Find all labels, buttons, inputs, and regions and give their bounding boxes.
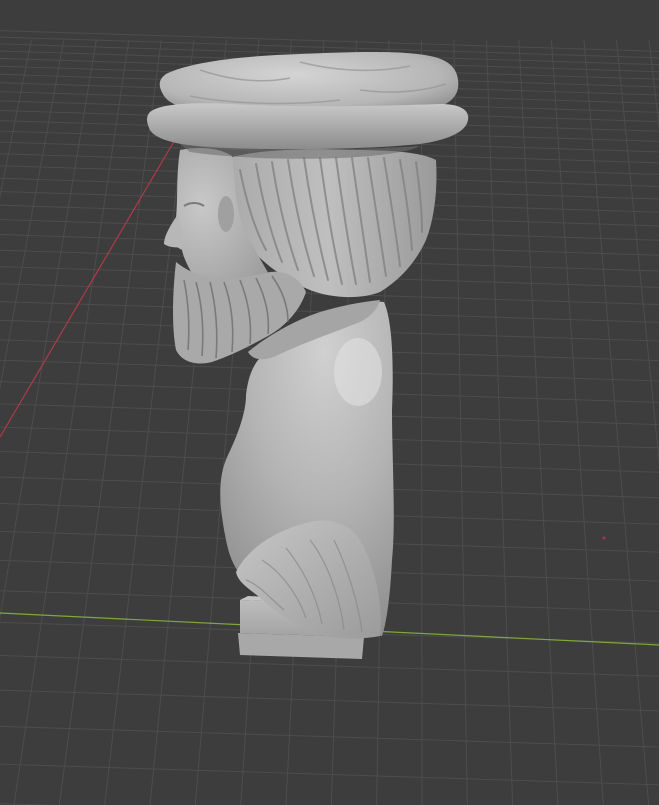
grid-line bbox=[420, 39, 423, 805]
viewport-canvas[interactable] bbox=[0, 0, 659, 805]
bust-hat-brim bbox=[147, 103, 469, 150]
torso-highlight bbox=[334, 338, 382, 406]
origin-marker bbox=[602, 536, 606, 540]
bust-ear bbox=[218, 196, 234, 232]
3d-viewport[interactable] bbox=[0, 0, 659, 805]
